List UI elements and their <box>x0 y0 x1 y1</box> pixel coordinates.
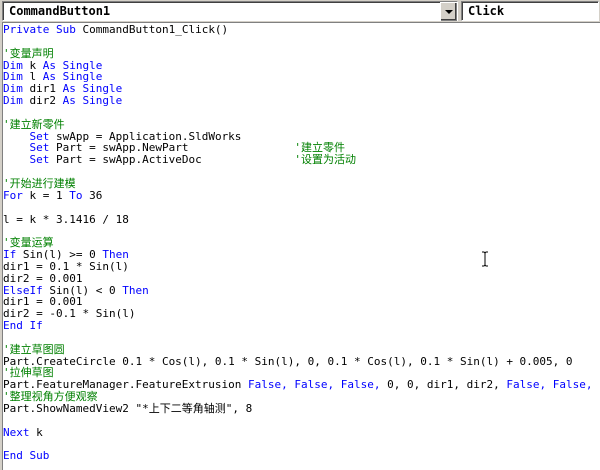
code-line: Next k <box>3 425 600 439</box>
code-editor[interactable]: Private Sub CommandButton1_Click() '变量声明… <box>2 22 600 470</box>
code-text: Part.ShowNamedView2 "*上下二等角轴测", 8 <box>3 402 253 415</box>
code-keyword: For <box>3 188 30 202</box>
code-text: 0, 0, dir1, dir2, <box>387 378 507 392</box>
code-text: k <box>36 425 43 439</box>
code-line: Part.CreateCircle 0.1 * Cos(l), 0.1 * Si… <box>3 354 600 368</box>
code-keyword: Then <box>122 283 149 297</box>
code-keyword: False, False, False, F <box>506 378 600 392</box>
procedure-dropdown-value: Click <box>468 4 505 18</box>
code-line: ElseIf Sin(l) < 0 Then <box>3 283 600 297</box>
procedure-dropdown[interactable]: Click <box>461 1 599 21</box>
code-line: dir1 = 0.1 * Sin(l) <box>3 260 600 273</box>
code-line: dir2 = -0.1 * Sin(l) <box>3 308 600 320</box>
code-keyword: End Sub <box>3 449 50 463</box>
code-text: CommandButton1_Click() <box>82 23 229 36</box>
code-comment: '设置为活动 <box>294 153 357 167</box>
object-dropdown-value: CommandButton1 <box>9 4 111 18</box>
code-text: Part = swApp.ActiveDoc <box>56 153 295 167</box>
code-keyword: False, False, False, <box>248 378 388 392</box>
object-dropdown-button[interactable] <box>440 2 457 21</box>
code-line: l = k * 3.1416 / 18 <box>3 212 600 226</box>
code-keyword: Next <box>3 425 37 439</box>
code-keyword: Set <box>29 153 56 167</box>
code-keyword: To <box>69 188 90 202</box>
code-text: 36 <box>89 188 103 202</box>
object-dropdown[interactable]: CommandButton1 <box>2 1 458 21</box>
code-text: l = k * 3.1416 / 18 <box>3 212 129 226</box>
code-keyword: Private Sub <box>3 23 83 36</box>
code-line: Private Sub CommandButton1_Click() <box>3 24 600 36</box>
code-text: k = 1 <box>29 188 70 202</box>
code-text: Part.CreateCircle 0.1 * Cos(l), 0.1 * Si… <box>3 354 573 368</box>
code-line: Part.ShowNamedView2 "*上下二等角轴测", 8 <box>3 403 600 415</box>
code-line: End Sub <box>3 450 600 462</box>
code-line: For k = 1 To 36 <box>3 188 600 202</box>
code-window-header: CommandButton1 Click <box>0 0 600 22</box>
code-line: Dim dir2 As Single <box>3 95 600 107</box>
i-beam-cursor-icon <box>482 251 488 267</box>
code-lines: Private Sub CommandButton1_Click() '变量声明… <box>3 24 600 462</box>
code-line: Set Part = swApp.ActiveDoc '设置为活动 <box>3 154 600 166</box>
code-text: dir2 <box>29 94 63 108</box>
chevron-down-icon <box>445 9 453 14</box>
vba-code-window: CommandButton1 Click Private Sub Command… <box>0 0 600 470</box>
code-line: End If <box>3 320 600 332</box>
code-keyword: As Single <box>62 94 123 108</box>
